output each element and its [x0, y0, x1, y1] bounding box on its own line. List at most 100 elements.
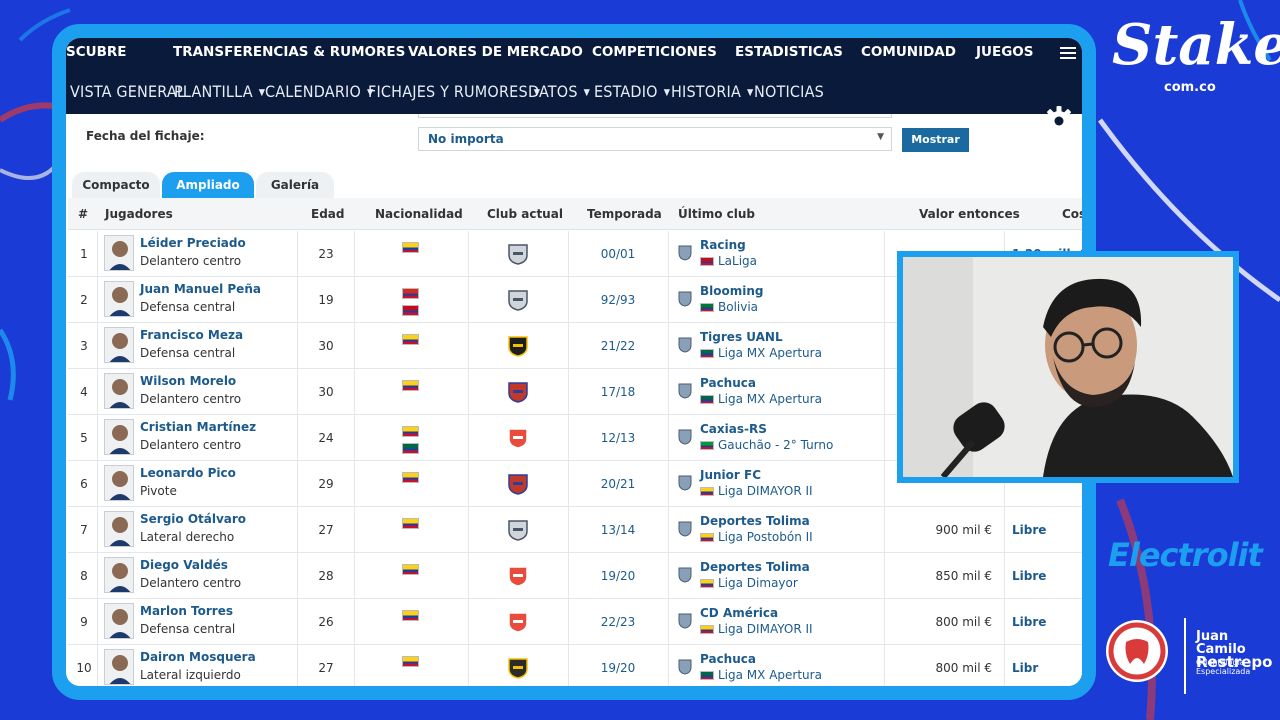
player-photo[interactable]	[104, 465, 134, 501]
subnav-noticias[interactable]: NOTICIAS	[754, 82, 824, 101]
subnav-datos[interactable]: DATOS ▼	[528, 82, 590, 101]
last-club-league-link[interactable]: Liga DIMAYOR II	[718, 622, 813, 636]
player-name-link[interactable]: Marlon Torres	[140, 604, 233, 618]
season-link[interactable]: 13/14	[570, 523, 666, 537]
transfer-cost-link[interactable]: Libre	[1012, 569, 1082, 583]
last-club-league-link[interactable]: Liga DIMAYOR II	[718, 484, 813, 498]
player-photo[interactable]	[104, 419, 134, 455]
last-club-league-link[interactable]: Liga Dimayor	[718, 576, 798, 590]
player-name-link[interactable]: Francisco Meza	[140, 328, 243, 342]
menu-icon[interactable]	[1060, 47, 1076, 59]
tab-compacto[interactable]: Compacto	[72, 172, 160, 198]
last-club-league-link[interactable]: Liga MX Apertura	[718, 346, 822, 360]
last-club-link[interactable]: Junior FC	[700, 468, 761, 482]
last-club-crest-icon[interactable]	[678, 475, 692, 491]
last-club-crest-icon[interactable]	[678, 291, 692, 307]
nav-item-juegos[interactable]: JUEGOS	[976, 44, 1034, 60]
last-club-crest-icon[interactable]	[678, 521, 692, 537]
club-crest-icon[interactable]	[506, 335, 530, 357]
subnav-historia[interactable]: HISTORIA ▼	[671, 82, 753, 101]
player-name-link[interactable]: Leonardo Pico	[140, 466, 236, 480]
last-club-link[interactable]: Caxias-RS	[700, 422, 767, 436]
last-club-link[interactable]: Blooming	[700, 284, 764, 298]
player-name-link[interactable]: Dairon Mosquera	[140, 650, 256, 664]
club-crest-icon[interactable]	[506, 519, 530, 541]
last-club-league-link[interactable]: Liga Postobón II	[718, 530, 813, 544]
tab-ampliado[interactable]: Ampliado	[162, 172, 254, 198]
last-club-crest-icon[interactable]	[678, 567, 692, 583]
player-photo[interactable]	[104, 511, 134, 547]
nav-item-competiciones[interactable]: COMPETICIONES	[592, 44, 717, 60]
season-link[interactable]: 19/20	[570, 661, 666, 675]
nav-item-transferencias[interactable]: TRANSFERENCIAS & RUMORES	[173, 44, 405, 60]
transfer-cost-link[interactable]: Libre	[1012, 523, 1082, 537]
last-club-link[interactable]: Deportes Tolima	[700, 514, 810, 528]
transfer-cost-link[interactable]: Libre	[1012, 615, 1082, 629]
season-link[interactable]: 00/01	[570, 247, 666, 261]
club-crest-icon[interactable]	[506, 381, 530, 403]
last-club-link[interactable]: Tigres UANL	[700, 330, 783, 344]
player-photo[interactable]	[104, 281, 134, 317]
player-name-link[interactable]: Juan Manuel Peña	[140, 282, 261, 296]
last-club-link[interactable]: CD América	[700, 606, 778, 620]
last-club-league-link[interactable]: Bolivia	[718, 300, 758, 314]
season-link[interactable]: 12/13	[570, 431, 666, 445]
nav-item-descubre[interactable]: SCUBRE	[66, 44, 127, 60]
col-age[interactable]: Edad	[311, 207, 344, 221]
transfer-date-select[interactable]: No importa ▼	[418, 127, 892, 151]
player-name-link[interactable]: Diego Valdés	[140, 558, 228, 572]
last-club-league-link[interactable]: Gauchão - 2° Turno	[718, 438, 833, 452]
player-photo[interactable]	[104, 603, 134, 639]
col-value[interactable]: Valor entonces	[919, 207, 1020, 221]
club-crest-icon[interactable]	[506, 289, 530, 311]
player-photo[interactable]	[104, 235, 134, 271]
season-link[interactable]: 19/20	[570, 569, 666, 583]
club-crest-icon[interactable]	[506, 427, 530, 449]
last-club-crest-icon[interactable]	[678, 337, 692, 353]
player-photo[interactable]	[104, 373, 134, 409]
col-cost[interactable]: Coste	[1062, 207, 1082, 221]
subnav-calendario[interactable]: CALENDARIO ▼	[265, 82, 373, 101]
last-club-link[interactable]: Pachuca	[700, 376, 756, 390]
season-link[interactable]: 20/21	[570, 477, 666, 491]
mostrar-button[interactable]: Mostrar	[902, 128, 969, 152]
player-name-link[interactable]: Wilson Morelo	[140, 374, 236, 388]
nav-item-valores[interactable]: VALORES DE MERCADO	[408, 44, 583, 60]
tab-galeria[interactable]: Galería	[256, 172, 334, 198]
previous-filter-select[interactable]	[418, 114, 892, 118]
gear-icon[interactable]	[1042, 104, 1076, 138]
club-crest-icon[interactable]	[506, 243, 530, 265]
club-crest-icon[interactable]	[506, 473, 530, 495]
player-name-link[interactable]: Sergio Otálvaro	[140, 512, 246, 526]
player-name-link[interactable]: Léider Preciado	[140, 236, 246, 250]
last-club-link[interactable]: Racing	[700, 238, 746, 252]
player-name-link[interactable]: Cristian Martínez	[140, 420, 256, 434]
player-photo[interactable]	[104, 327, 134, 363]
club-crest-icon[interactable]	[506, 565, 530, 587]
nav-item-comunidad[interactable]: COMUNIDAD	[861, 44, 956, 60]
season-link[interactable]: 92/93	[570, 293, 666, 307]
last-club-crest-icon[interactable]	[678, 613, 692, 629]
season-link[interactable]: 21/22	[570, 339, 666, 353]
nav-item-estadisticas[interactable]: ESTADISTICAS	[735, 44, 843, 60]
last-club-crest-icon[interactable]	[678, 659, 692, 675]
col-player[interactable]: Jugadores	[105, 207, 173, 221]
season-link[interactable]: 17/18	[570, 385, 666, 399]
last-club-crest-icon[interactable]	[678, 429, 692, 445]
transfer-cost-link[interactable]: Libr	[1012, 661, 1082, 675]
last-club-league-link[interactable]: Liga MX Apertura	[718, 668, 822, 682]
last-club-league-link[interactable]: LaLiga	[718, 254, 757, 268]
club-crest-icon[interactable]	[506, 657, 530, 679]
subnav-vista-general[interactable]: VISTA GENERAL	[70, 82, 185, 101]
subnav-plantilla[interactable]: PLANTILLA ▼	[174, 82, 265, 101]
player-photo[interactable]	[104, 649, 134, 685]
last-club-link[interactable]: Pachuca	[700, 652, 756, 666]
last-club-crest-icon[interactable]	[678, 245, 692, 261]
club-crest-icon[interactable]	[506, 611, 530, 633]
col-season[interactable]: Temporada	[587, 207, 662, 221]
subnav-fichajes[interactable]: FICHAJES Y RUMORES ▼	[368, 82, 540, 101]
last-club-league-link[interactable]: Liga MX Apertura	[718, 392, 822, 406]
player-photo[interactable]	[104, 557, 134, 593]
last-club-crest-icon[interactable]	[678, 383, 692, 399]
subnav-estadio[interactable]: ESTADIO ▼	[594, 82, 670, 101]
